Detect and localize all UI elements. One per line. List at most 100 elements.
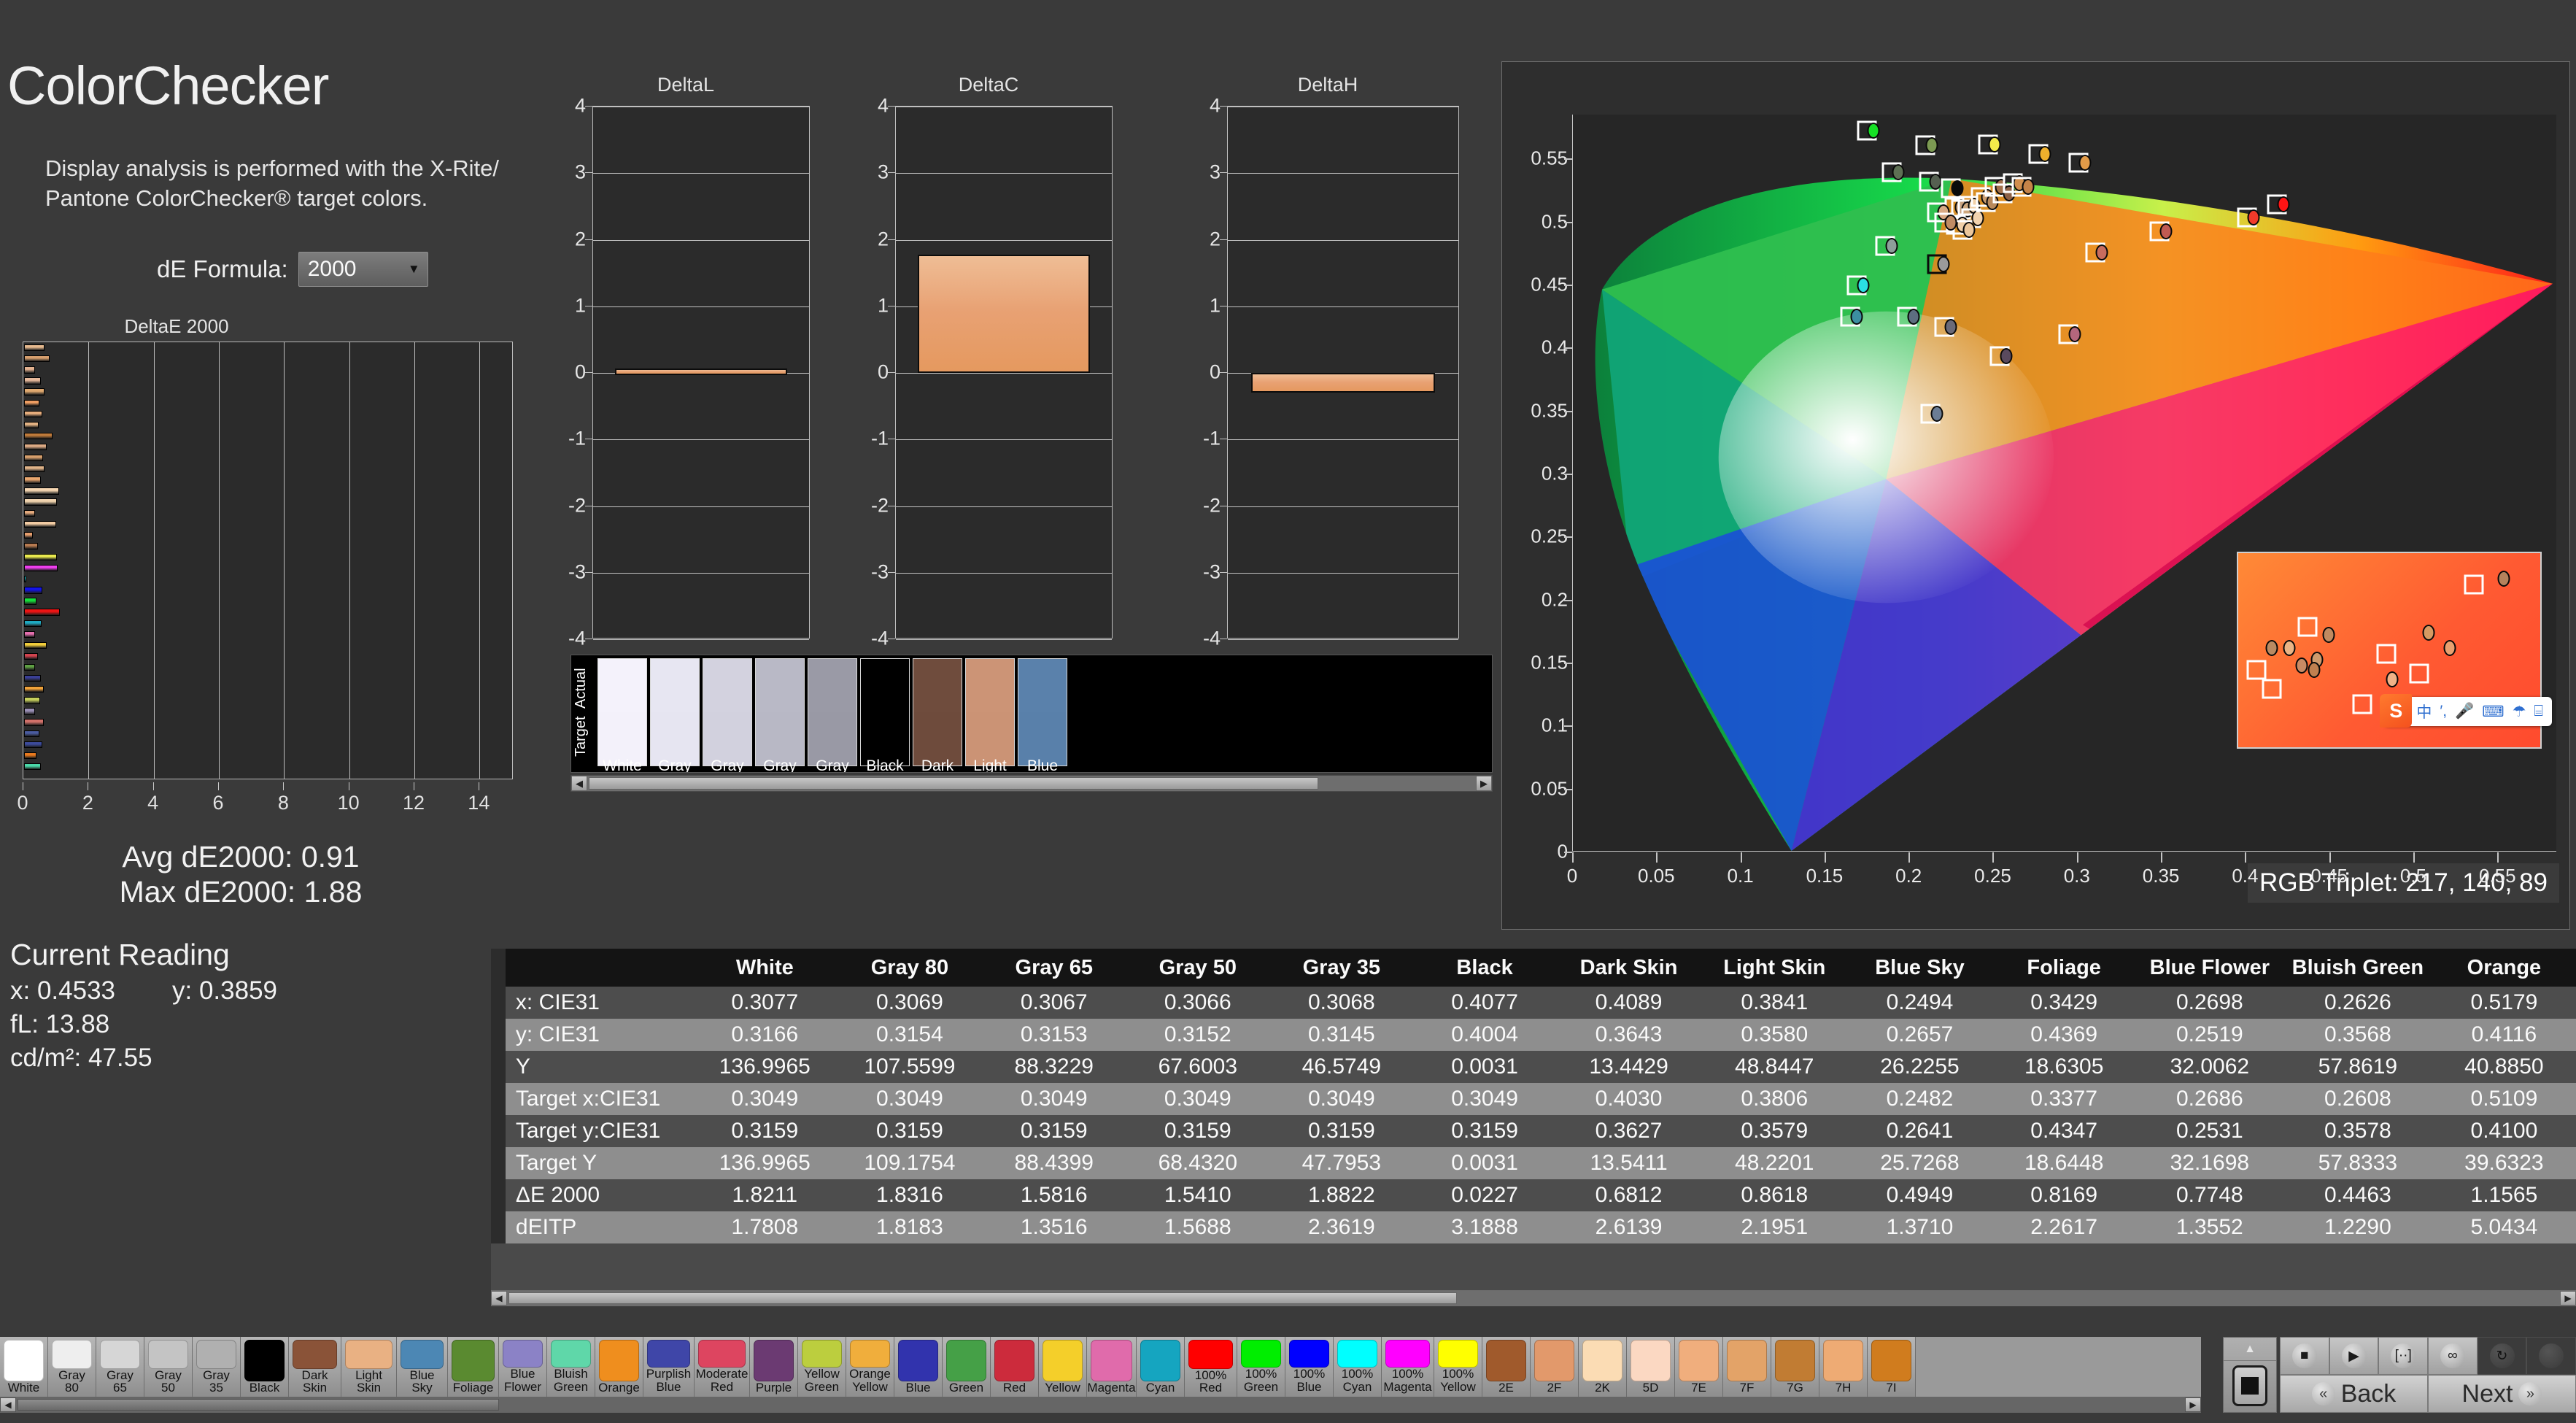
palette-patch[interactable]: 2E bbox=[1482, 1337, 1531, 1397]
palette-patch[interactable]: Yellow bbox=[1039, 1337, 1087, 1397]
palette-patch[interactable]: Gray 50 bbox=[144, 1337, 193, 1397]
table-column-header[interactable]: Black bbox=[1413, 949, 1556, 987]
palette-patch[interactable]: Gray 65 bbox=[96, 1337, 144, 1397]
palette-patch[interactable]: Purple bbox=[750, 1337, 798, 1397]
palette-patch[interactable]: 2K bbox=[1579, 1337, 1627, 1397]
palette-patch[interactable]: Yellow Green bbox=[798, 1337, 846, 1397]
palette-patch[interactable]: Black bbox=[241, 1337, 289, 1397]
palette-patch[interactable]: 100% Magenta bbox=[1382, 1337, 1434, 1397]
ime-item-icon[interactable]: ⌨ bbox=[2482, 703, 2504, 721]
swatch-column[interactable] bbox=[650, 658, 700, 766]
swatch-column[interactable] bbox=[1018, 658, 1067, 766]
table-column-header[interactable]: Dark Skin bbox=[1555, 949, 1702, 987]
table-column-header[interactable]: Bluish Green bbox=[2283, 949, 2432, 987]
current-patch-swatch[interactable] bbox=[2232, 1365, 2267, 1406]
palette-patch[interactable]: Blue Sky bbox=[397, 1337, 448, 1397]
palette-patch[interactable]: 100% Yellow bbox=[1434, 1337, 1482, 1397]
palette-patch[interactable]: 7I bbox=[1868, 1337, 1916, 1397]
patch-stepper[interactable]: ▲ bbox=[2223, 1337, 2277, 1413]
palette-scroll-thumb[interactable] bbox=[18, 1399, 499, 1411]
back-button[interactable]: « Back bbox=[2280, 1375, 2428, 1413]
table-row[interactable]: Target y:CIE31 0.3159 0.3159 0.3159 0.3159 0.… bbox=[491, 1115, 2576, 1147]
table-column-header[interactable]: Gray 50 bbox=[1126, 949, 1270, 987]
swatch-column[interactable] bbox=[703, 658, 752, 766]
palette-patch[interactable]: Foliage bbox=[448, 1337, 499, 1397]
table-row[interactable]: Y 136.9965 107.5599 88.3229 67.6003 46.5749 0.… bbox=[491, 1051, 2576, 1083]
palette-patch[interactable]: Moderate Red bbox=[695, 1337, 750, 1397]
table-row[interactable]: x: CIE31 0.3077 0.3069 0.3067 0.3066 0.3068 0.… bbox=[491, 987, 2576, 1019]
table-scroll-left-icon[interactable]: ◀ bbox=[491, 1291, 507, 1306]
ime-toolbar[interactable]: S 中 ′, 🎤 ⌨ ☂ ⌸ bbox=[2380, 694, 2552, 728]
table-scroll-thumb[interactable] bbox=[508, 1292, 1457, 1304]
palette-patch[interactable]: Purplish Blue bbox=[643, 1337, 695, 1397]
swatch-column[interactable] bbox=[860, 658, 910, 766]
palette-patch[interactable]: Light Skin bbox=[341, 1337, 397, 1397]
table-scrollbar[interactable]: ◀ ▶ bbox=[491, 1290, 2576, 1306]
palette-patch[interactable]: Blue Flower bbox=[499, 1337, 547, 1397]
palette-patch[interactable]: Blue bbox=[894, 1337, 943, 1397]
range-icon-button[interactable]: [··] bbox=[2378, 1337, 2429, 1375]
next-button[interactable]: Next » bbox=[2428, 1375, 2576, 1413]
table-scroll-right-icon[interactable]: ▶ bbox=[2560, 1291, 2576, 1306]
ime-item-icon[interactable]: ⌸ bbox=[2534, 703, 2543, 720]
ime-item-icon[interactable]: 中 bbox=[2416, 701, 2432, 722]
swatch-column[interactable] bbox=[808, 658, 857, 766]
scroll-right-icon[interactable]: ▶ bbox=[1476, 776, 1492, 791]
swatch-column[interactable] bbox=[597, 658, 647, 766]
palette-patch[interactable]: 100% Blue bbox=[1285, 1337, 1334, 1397]
palette-patch[interactable]: White bbox=[0, 1337, 48, 1397]
palette-patch[interactable]: 2F bbox=[1531, 1337, 1579, 1397]
palette-patch[interactable]: Bluish Green bbox=[547, 1337, 595, 1397]
palette-patch[interactable]: Red bbox=[991, 1337, 1039, 1397]
palette-patch[interactable]: Orange bbox=[595, 1337, 643, 1397]
table-row[interactable]: Target Y 136.9965 109.1754 88.4399 68.4320 47… bbox=[491, 1147, 2576, 1179]
blank-icon-button[interactable] bbox=[2526, 1337, 2576, 1375]
swatch-column[interactable] bbox=[913, 658, 962, 766]
swatch-column[interactable] bbox=[755, 658, 805, 766]
table-row[interactable]: y: CIE31 0.3166 0.3154 0.3153 0.3152 0.3145 0.… bbox=[491, 1019, 2576, 1051]
palette-patch[interactable]: 7E bbox=[1675, 1337, 1723, 1397]
table-row[interactable]: dEITP 1.7808 1.8183 1.3516 1.5688 2.3619 3.188… bbox=[491, 1211, 2576, 1243]
table-column-header[interactable]: White bbox=[692, 949, 838, 987]
palette-patch[interactable]: Dark Skin bbox=[289, 1337, 341, 1397]
sogou-logo-icon[interactable]: S bbox=[2380, 694, 2413, 728]
table-row[interactable]: ΔE 2000 1.8211 1.8316 1.5816 1.5410 1.8822 0.0… bbox=[491, 1179, 2576, 1211]
palette-patch[interactable]: Magenta bbox=[1087, 1337, 1137, 1397]
palette-patch[interactable]: Green bbox=[943, 1337, 991, 1397]
table-column-header[interactable]: Blue Flower bbox=[2135, 949, 2283, 987]
stepper-up-icon[interactable]: ▲ bbox=[2224, 1338, 2276, 1361]
palette-patch[interactable]: 100% Red bbox=[1185, 1337, 1237, 1397]
swatch-column[interactable] bbox=[965, 658, 1015, 766]
ime-item-icon[interactable]: ′, bbox=[2440, 703, 2447, 720]
palette-scrollbar[interactable]: ◀ ▶ bbox=[0, 1397, 2201, 1413]
palette-patch[interactable]: 5D bbox=[1627, 1337, 1675, 1397]
table-column-header[interactable]: Gray 65 bbox=[982, 949, 1126, 987]
palette-patch[interactable]: 7G bbox=[1771, 1337, 1819, 1397]
swatch-scroll-thumb[interactable] bbox=[589, 777, 1318, 790]
table-column-header[interactable]: Gray 80 bbox=[837, 949, 983, 987]
palette-patch[interactable]: Cyan bbox=[1137, 1337, 1185, 1397]
table-column-header[interactable]: Light Skin bbox=[1701, 949, 1848, 987]
table-row[interactable]: Target x:CIE31 0.3049 0.3049 0.3049 0.3049 0.… bbox=[491, 1083, 2576, 1115]
swatch-strip-scrollbar[interactable]: ◀ ▶ bbox=[570, 775, 1493, 792]
palette-patch[interactable]: Orange Yellow bbox=[846, 1337, 894, 1397]
ime-item-icon[interactable]: 🎤 bbox=[2455, 703, 2474, 720]
table-column-header[interactable]: Gray 35 bbox=[1269, 949, 1414, 987]
table-column-header[interactable]: Orange bbox=[2432, 949, 2576, 987]
stop-icon-button[interactable]: ■ bbox=[2280, 1337, 2329, 1375]
infinity-icon-button[interactable]: ∞ bbox=[2428, 1337, 2478, 1375]
cie-plot-area[interactable] bbox=[1572, 115, 2556, 852]
refresh-icon-button[interactable]: ↻ bbox=[2477, 1337, 2527, 1375]
table-column-header[interactable]: Foliage bbox=[1992, 949, 2136, 987]
table-column-header[interactable]: Blue Sky bbox=[1847, 949, 1992, 987]
palette-patch[interactable]: Gray 80 bbox=[48, 1337, 96, 1397]
palette-patch[interactable]: 100% Cyan bbox=[1334, 1337, 1382, 1397]
play-icon-button[interactable]: ▶ bbox=[2329, 1337, 2379, 1375]
palette-patch[interactable]: 7H bbox=[1819, 1337, 1868, 1397]
palette-patch[interactable]: 100% Green bbox=[1237, 1337, 1285, 1397]
scroll-left-icon[interactable]: ◀ bbox=[571, 776, 587, 791]
palette-patch[interactable]: Gray 35 bbox=[193, 1337, 241, 1397]
ime-item-icon[interactable]: ☂ bbox=[2513, 703, 2526, 721]
de-formula-select[interactable]: 2000 ▼ bbox=[298, 252, 428, 287]
palette-patch[interactable]: 7F bbox=[1723, 1337, 1771, 1397]
